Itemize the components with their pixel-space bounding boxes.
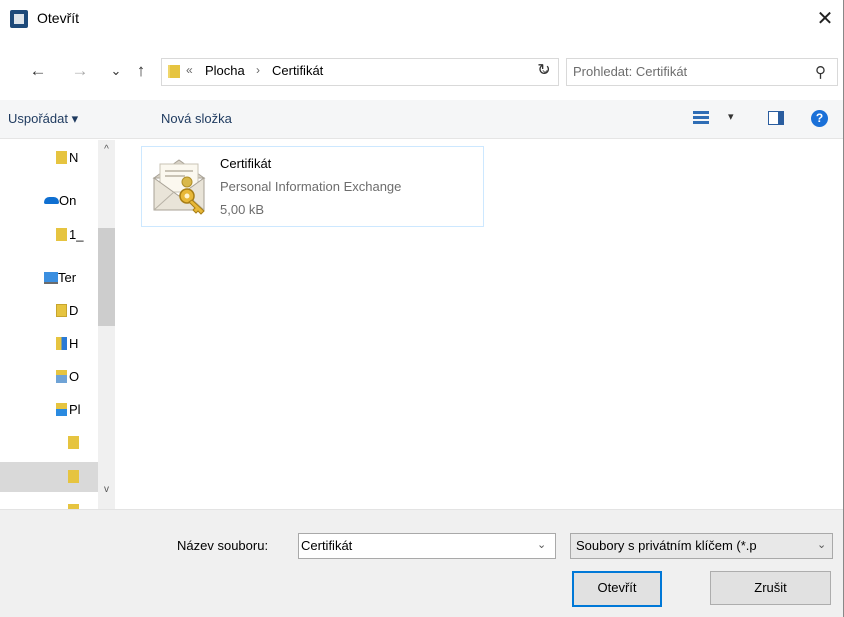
nav-item-music[interactable]: H bbox=[0, 333, 100, 355]
dialog-footer: Název souboru: ⌄ Soubory s privátním klí… bbox=[0, 509, 843, 617]
nav-item-label: 1_ bbox=[69, 227, 84, 242]
nav-item-label: Ter bbox=[58, 270, 77, 285]
nav-item-this-pc[interactable]: Ter bbox=[0, 267, 100, 289]
scroll-down-arrow[interactable]: v bbox=[98, 484, 115, 495]
search-input[interactable]: Prohledat: Certifikát bbox=[573, 64, 687, 79]
breadcrumb-plocha[interactable]: Plocha bbox=[205, 63, 245, 78]
nav-item-subfolder[interactable] bbox=[0, 500, 100, 509]
breadcrumb-separator: › bbox=[256, 63, 260, 77]
up-button[interactable]: ↑ bbox=[131, 60, 151, 82]
nav-pane-scrollbar[interactable]: ^ v bbox=[98, 140, 115, 509]
onedrive-icon bbox=[44, 197, 59, 204]
filename-combobox[interactable]: ⌄ bbox=[298, 533, 556, 559]
nav-item-label: N bbox=[69, 150, 79, 165]
view-dropdown-icon[interactable]: ▾ bbox=[728, 110, 734, 123]
music-icon bbox=[56, 337, 67, 350]
nav-item-pictures[interactable]: O bbox=[0, 366, 100, 388]
search-icon: ⚲ bbox=[815, 64, 826, 81]
cancel-button[interactable]: Zrušit bbox=[710, 571, 831, 605]
folder-icon bbox=[56, 228, 67, 241]
certificate-envelope-key-icon bbox=[152, 159, 206, 215]
organize-button[interactable]: Uspořádat ▾ bbox=[8, 111, 78, 127]
window-title: Otevřít bbox=[37, 10, 80, 26]
search-box[interactable]: Prohledat: Certifikát ⚲ bbox=[566, 58, 838, 86]
preview-pane-icon[interactable] bbox=[768, 111, 784, 125]
refresh-button[interactable]: ↻ bbox=[533, 58, 555, 84]
new-folder-button[interactable]: Nová složka bbox=[161, 111, 232, 126]
breadcrumb-certifikat[interactable]: Certifikát bbox=[272, 63, 323, 78]
filename-input[interactable] bbox=[301, 536, 531, 554]
back-button[interactable]: ← bbox=[28, 60, 48, 82]
nav-item-certifikat-selected[interactable] bbox=[0, 462, 98, 492]
nav-item-label: Pl bbox=[69, 402, 81, 417]
close-button[interactable]: ✕ bbox=[812, 5, 838, 33]
nav-item-label: On bbox=[59, 193, 77, 208]
nav-item-folder-1[interactable]: 1_ bbox=[0, 224, 100, 246]
folder-icon bbox=[68, 470, 79, 483]
open-file-dialog: Otevřít ✕ ← → ⌄ ↑ « Plocha › Certifikát … bbox=[0, 0, 844, 617]
open-button[interactable]: Otevřít bbox=[572, 571, 662, 607]
desktop-folder-icon bbox=[56, 403, 67, 416]
folder-icon bbox=[56, 151, 67, 164]
computer-icon bbox=[44, 272, 58, 284]
nav-item-label: O bbox=[69, 369, 80, 384]
help-icon[interactable]: ? bbox=[811, 110, 828, 127]
nav-item-desktop[interactable]: Pl bbox=[0, 399, 100, 421]
address-bar[interactable]: « Plocha › Certifikát ⌄ bbox=[161, 58, 559, 86]
pictures-icon bbox=[56, 370, 67, 383]
nav-item-label: H bbox=[69, 336, 79, 351]
file-type-value: Soubory s privátním klíčem (*.p bbox=[576, 538, 757, 553]
filename-label: Název souboru: bbox=[177, 538, 269, 553]
file-type-select[interactable]: Soubory s privátním klíčem (*.p ⌄ bbox=[570, 533, 833, 559]
documents-icon bbox=[56, 304, 67, 317]
scroll-thumb[interactable] bbox=[98, 228, 115, 326]
command-toolbar: Uspořádat ▾ Nová složka ▾ ? bbox=[0, 100, 843, 139]
file-type: Personal Information Exchange bbox=[220, 179, 402, 194]
nav-item-label: D bbox=[69, 303, 79, 318]
folder-icon bbox=[68, 436, 79, 449]
folder-icon bbox=[168, 65, 180, 78]
file-size: 5,00 kB bbox=[220, 202, 265, 217]
filename-dropdown-icon[interactable]: ⌄ bbox=[537, 538, 546, 551]
title-bar: Otevřít ✕ bbox=[0, 0, 843, 40]
file-type-dropdown-icon[interactable]: ⌄ bbox=[817, 538, 826, 551]
nav-item-subfolder[interactable] bbox=[0, 432, 100, 454]
nav-item-folder-n[interactable]: N bbox=[0, 147, 100, 169]
app-icon bbox=[10, 10, 28, 28]
forward-button[interactable]: → bbox=[70, 60, 90, 82]
recent-locations-button[interactable]: ⌄ bbox=[106, 60, 126, 82]
file-name: Certifikát bbox=[220, 156, 272, 171]
nav-item-onedrive[interactable]: On bbox=[0, 190, 100, 212]
scroll-up-arrow[interactable]: ^ bbox=[98, 144, 115, 155]
breadcrumb-overflow[interactable]: « bbox=[186, 63, 193, 77]
file-item-certifikat[interactable]: Certifikát Personal Information Exchange… bbox=[141, 146, 484, 227]
nav-item-documents[interactable]: D bbox=[0, 300, 100, 322]
view-options-icon[interactable] bbox=[693, 110, 709, 126]
